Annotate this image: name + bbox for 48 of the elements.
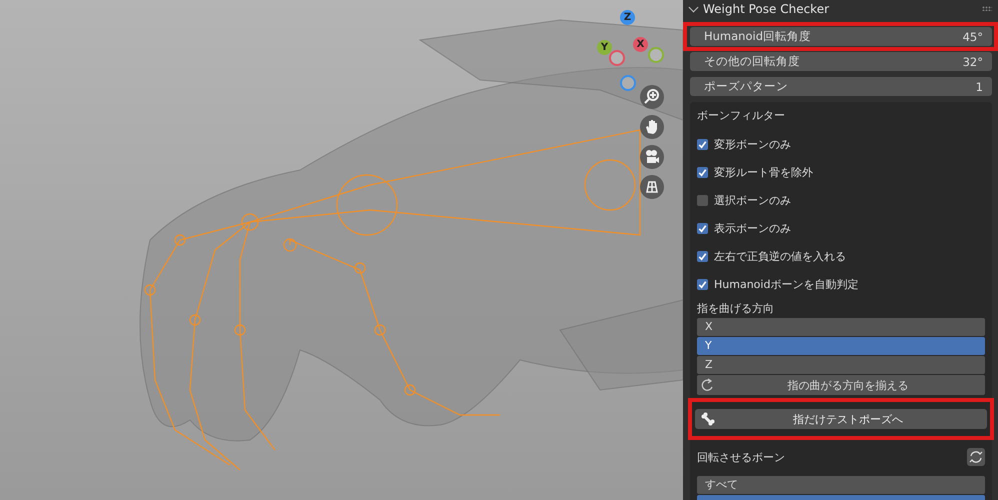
axis-handle[interactable] (609, 50, 625, 66)
align-button[interactable]: 指の曲がる方向を揃える (697, 375, 985, 395)
axis-z-handle[interactable]: Z (620, 10, 635, 25)
section-label: 指を曲げる方向 (697, 300, 775, 316)
checkbox[interactable] (697, 250, 708, 262)
number-field[interactable]: Humanoid回転角度 45° (690, 27, 992, 46)
checkbox[interactable] (697, 194, 708, 206)
field-label: その他の回転角度 (704, 54, 800, 69)
list-item[interactable]: Y (697, 337, 985, 355)
axis-handle[interactable] (648, 47, 664, 63)
test-pose-button[interactable]: 指だけテストポーズへ (695, 409, 987, 429)
axis-handle[interactable] (620, 75, 636, 91)
number-field[interactable]: ポーズパターン 1 (690, 77, 992, 96)
drag-handle-icon[interactable] (982, 6, 992, 11)
field-value: 1 (976, 80, 983, 94)
number-field[interactable]: その他の回転角度 32° (690, 52, 992, 71)
rotate-icon (701, 378, 715, 392)
panel-title: Weight Pose Checker (703, 2, 830, 16)
axis-x-handle[interactable]: X (633, 37, 648, 52)
camera-icon[interactable] (640, 145, 664, 169)
axis-y-handle[interactable]: Y (597, 40, 612, 55)
button-label: 指だけテストポーズへ (792, 412, 904, 426)
list-item[interactable]: すべて (697, 476, 985, 494)
button-label: 指の曲がる方向を揃える (786, 378, 910, 392)
field-value: 45° (962, 30, 983, 44)
bone-icon (701, 412, 715, 426)
field-label: Humanoid回転角度 (704, 29, 812, 44)
checkbox-label: 表示ボーンのみ (714, 220, 791, 236)
zoom-icon[interactable] (640, 85, 664, 109)
grid-icon[interactable] (640, 175, 664, 199)
field-label: ポーズパターン (704, 79, 788, 94)
list-item[interactable]: Z (697, 356, 985, 374)
checkbox-label: 変形ルート骨を除外 (714, 164, 813, 180)
hand-icon[interactable] (640, 115, 664, 139)
field-value: 32° (962, 54, 983, 68)
checkbox-label: 変形ボーンのみ (714, 136, 791, 152)
checkbox-label: 選択ボーンのみ (714, 192, 791, 208)
checkbox[interactable] (697, 278, 708, 290)
refresh-button[interactable] (967, 448, 985, 466)
checkbox[interactable] (697, 222, 708, 234)
checkbox-label: Humanoidボーンを自動判定 (714, 276, 858, 292)
checkbox[interactable] (697, 138, 708, 150)
subpanel-title: ボーンフィルター (697, 108, 786, 124)
checkbox-label: 左右で正負逆の値を入れる (714, 248, 846, 264)
checkbox[interactable] (697, 166, 708, 178)
list-item[interactable]: X (697, 318, 985, 336)
section-label: 回転させるボーン (697, 450, 785, 464)
panel-header[interactable]: Weight Pose Checker (690, 0, 992, 17)
